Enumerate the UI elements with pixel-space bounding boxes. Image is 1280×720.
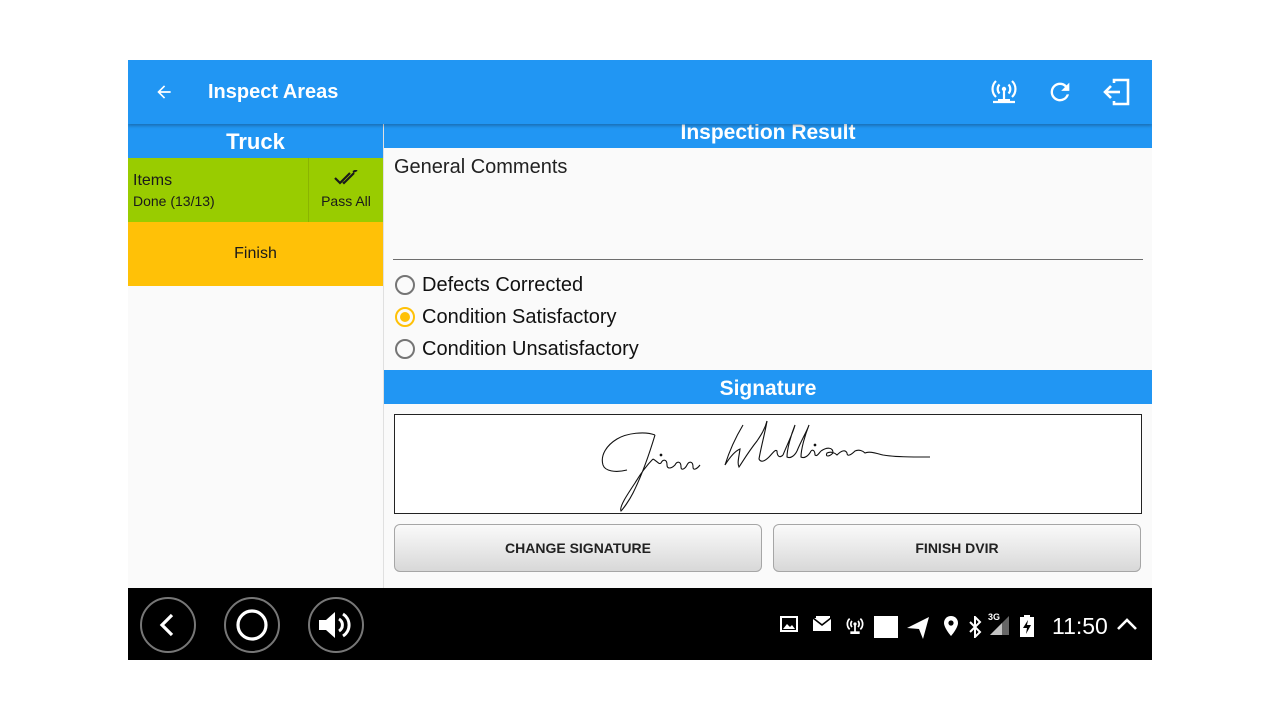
wifi-tethering-icon[interactable] xyxy=(988,76,1020,108)
bluetooth-icon xyxy=(968,616,982,638)
radio-button-checked-icon[interactable] xyxy=(395,307,415,327)
inspection-areas-panel: Truck Items Done (13/13) Pass All Finish xyxy=(128,124,384,588)
white-square-icon xyxy=(874,616,898,638)
device-screen: Inspect Areas Truck Items Done (13/13) P… xyxy=(128,60,1152,660)
chevron-up-icon[interactable] xyxy=(1116,616,1138,637)
nav-back-icon[interactable] xyxy=(140,597,196,653)
items-status: Done (13/13) xyxy=(133,193,215,209)
general-comments-field[interactable]: General Comments xyxy=(393,152,1143,260)
battery-charging-icon xyxy=(1020,615,1034,637)
inspection-result-header: Inspection Result xyxy=(384,122,1152,148)
finish-dvir-button[interactable]: FINISH DVIR xyxy=(773,524,1141,572)
network-type-label: 3G xyxy=(988,612,1001,622)
handwritten-signature xyxy=(601,420,931,512)
cellular-signal-icon: 3G xyxy=(988,612,1010,636)
app-bar: Inspect Areas xyxy=(128,60,1152,124)
change-signature-button[interactable]: CHANGE SIGNATURE xyxy=(394,524,762,572)
finish-button[interactable]: Finish xyxy=(128,222,383,286)
items-label: Items xyxy=(133,172,173,189)
refresh-icon[interactable] xyxy=(1044,76,1076,108)
radio-button-unchecked-icon[interactable] xyxy=(395,339,415,359)
signature-header: Signature xyxy=(384,370,1152,404)
image-icon xyxy=(780,616,798,632)
signature-pad[interactable] xyxy=(394,414,1142,514)
logout-icon[interactable] xyxy=(1100,76,1132,108)
nav-home-icon[interactable] xyxy=(224,597,280,653)
volume-icon[interactable] xyxy=(308,597,364,653)
items-row[interactable]: Items Done (13/13) Pass All xyxy=(128,158,383,222)
radio-label: Defects Corrected xyxy=(422,273,584,296)
radio-condition-satisfactory[interactable]: Condition Satisfactory xyxy=(395,302,617,332)
clock: 11:50 xyxy=(1052,613,1108,639)
radio-condition-unsatisfactory[interactable]: Condition Unsatisfactory xyxy=(395,334,639,364)
email-icon xyxy=(812,616,832,632)
radio-button-unchecked-icon[interactable] xyxy=(395,275,415,295)
radio-label: Condition Satisfactory xyxy=(422,305,617,328)
double-check-icon xyxy=(333,169,359,191)
location-pin-icon xyxy=(944,616,958,636)
truck-header: Truck xyxy=(128,124,383,158)
navigation-arrow-icon xyxy=(906,616,930,640)
radio-defects-corrected[interactable]: Defects Corrected xyxy=(395,270,583,300)
inspection-result-panel: Inspection Result General Comments Defec… xyxy=(384,122,1152,588)
system-navigation-bar: 3G 11:50 xyxy=(128,588,1152,660)
wifi-tethering-icon xyxy=(844,616,866,636)
pass-all-label: Pass All xyxy=(321,193,371,209)
radio-label: Condition Unsatisfactory xyxy=(422,337,639,360)
items-info[interactable]: Items Done (13/13) xyxy=(128,158,309,222)
pass-all-button[interactable]: Pass All xyxy=(309,158,383,222)
back-arrow-icon[interactable] xyxy=(148,76,180,108)
page-title: Inspect Areas xyxy=(208,81,339,103)
